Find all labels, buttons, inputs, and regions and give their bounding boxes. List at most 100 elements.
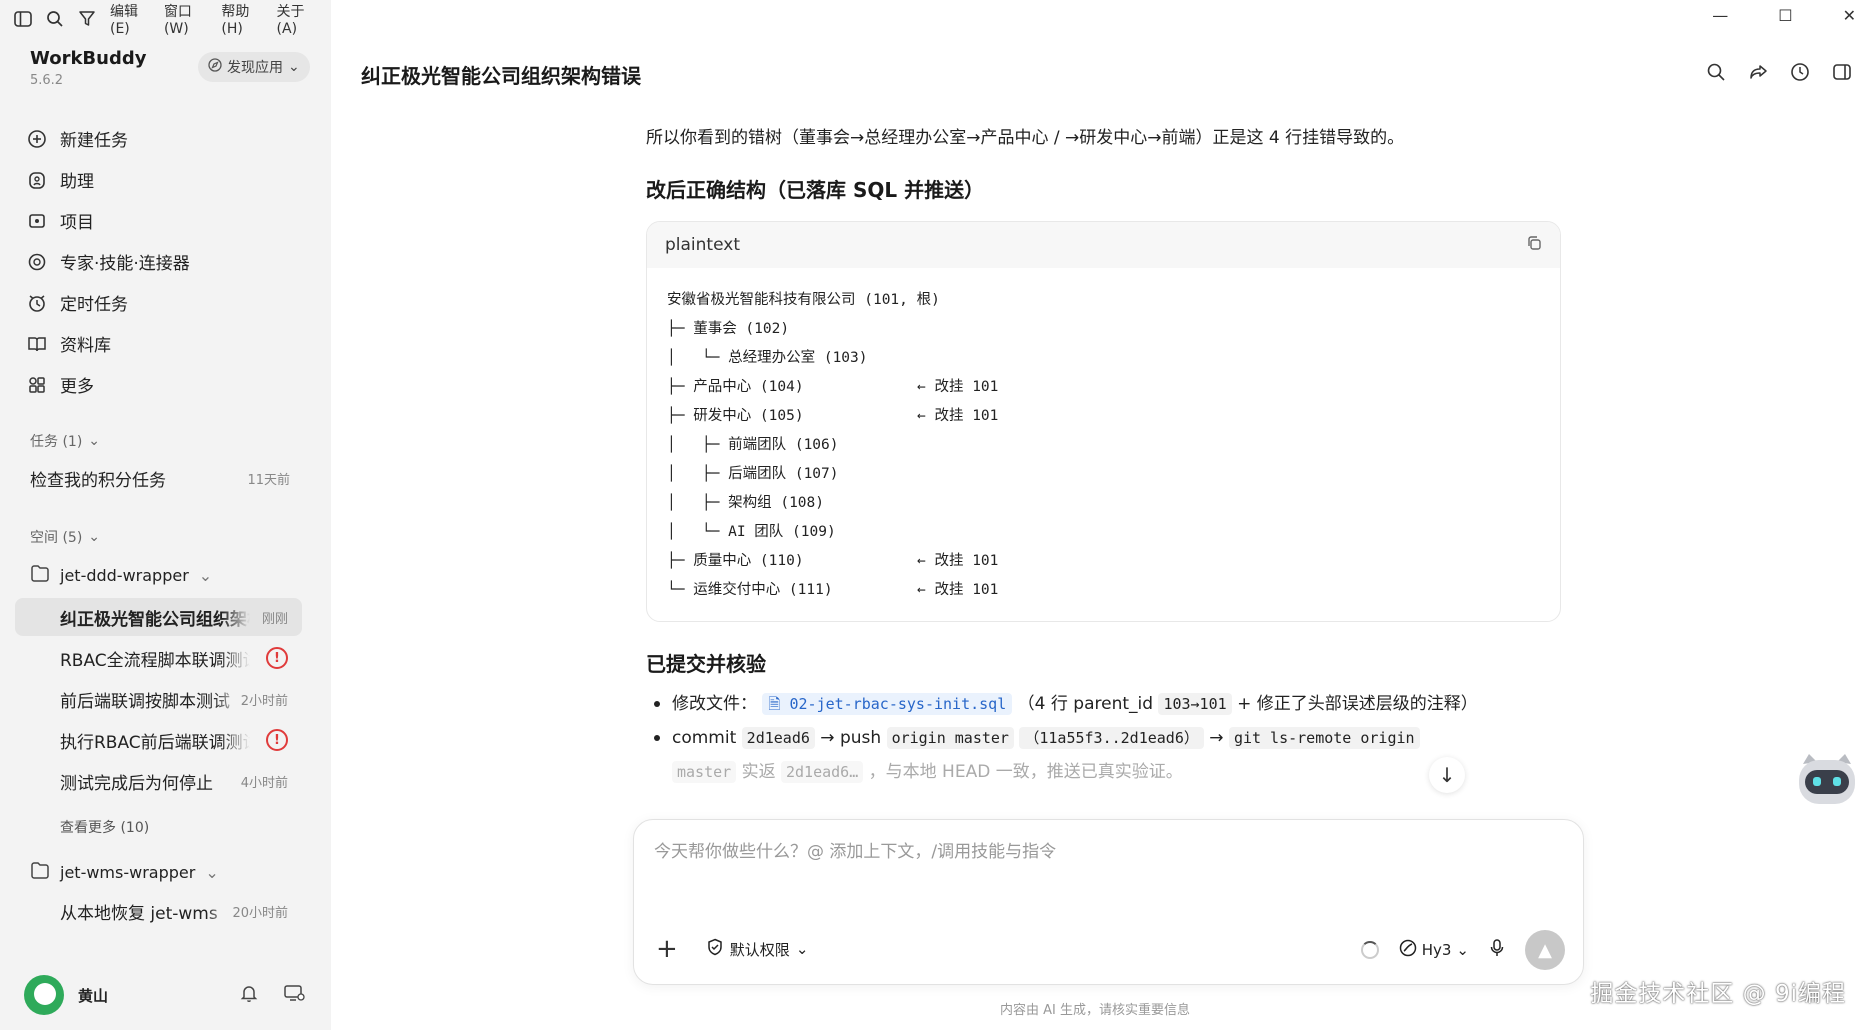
- nav-project[interactable]: 项目: [26, 200, 316, 241]
- nav-assistant[interactable]: 助理: [26, 159, 316, 200]
- close-icon[interactable]: ✕: [1843, 6, 1856, 25]
- conversation-time: 2小时前: [240, 693, 288, 709]
- conversation-time: 20小时前: [232, 905, 288, 921]
- inline-code: （11a55f3..2d1ead6）: [1019, 727, 1204, 749]
- file-icon: 🗎: [768, 695, 790, 713]
- conversation-item[interactable]: 执行RBAC前后端联调测试 !: [15, 721, 302, 759]
- history-icon[interactable]: [1790, 62, 1810, 86]
- grid-icon: [26, 374, 48, 396]
- arrow-down-icon: ↓: [1438, 763, 1456, 787]
- space-name: jet-wms-wrapper: [60, 863, 196, 882]
- menu-help[interactable]: 帮助(H): [221, 1, 256, 37]
- bullet-continuation: master 实返 2d1ead6… ，与本地 HEAD 一致，推送已真实验证。: [672, 755, 1561, 789]
- bullet-text: commit: [672, 728, 737, 748]
- conversation-label: 从本地恢复 jet-wms: [60, 903, 218, 924]
- code-note-text: ← 改挂 101: [917, 582, 999, 598]
- inline-code: master: [672, 761, 737, 783]
- code-line: ├─ 产品中心 (104) ← 改挂 101: [667, 373, 1540, 402]
- conversation-item[interactable]: RBAC全流程脚本联调测试 !: [15, 639, 302, 677]
- code-language: plaintext: [665, 235, 740, 255]
- window-controls: — ☐ ✕: [1712, 6, 1856, 25]
- discover-apps-button[interactable]: 发现应用 ⌄: [198, 52, 310, 82]
- compass-icon: [208, 58, 222, 76]
- sidebar-toggle-icon[interactable]: [14, 8, 32, 30]
- robot-mascot-icon[interactable]: [1791, 750, 1863, 812]
- menubar: 编辑(E) 窗口(W) 帮助(H) 关于(A): [0, 0, 331, 38]
- project-icon: [26, 210, 48, 232]
- folder-icon: [30, 862, 50, 883]
- model-selector[interactable]: Hy3 ⌄: [1399, 939, 1469, 961]
- chevron-down-icon: ⌄: [88, 433, 101, 449]
- file-link[interactable]: 🗎 02-jet-rbac-sys-init.sql: [762, 693, 1013, 715]
- see-more-link[interactable]: 查看更多 (10): [60, 817, 149, 837]
- menu-about[interactable]: 关于(A): [277, 1, 311, 37]
- code-note-text: ← 改挂 101: [917, 379, 999, 395]
- code-line: ├─ 质量中心 (110) ← 改挂 101: [667, 547, 1540, 576]
- conversation-item[interactable]: 从本地恢复 jet-wms 20小时前: [15, 892, 302, 930]
- device-icon[interactable]: [283, 983, 305, 1007]
- code-tree-text: ├─ 质量中心 (110): [667, 553, 804, 569]
- nav-more[interactable]: 更多: [26, 364, 316, 405]
- search-icon[interactable]: [1706, 62, 1726, 86]
- scroll-to-bottom-button[interactable]: ↓: [1429, 757, 1465, 793]
- conversation-label: 测试完成后为何停止: [60, 773, 213, 794]
- chevron-down-icon: ⌄: [198, 566, 213, 585]
- brand-name: WorkBuddy: [30, 48, 147, 69]
- code-tree-text: ├─ 产品中心 (104): [667, 379, 804, 395]
- space-jet-ddd-wrapper[interactable]: jet-ddd-wrapper ⌄: [30, 565, 212, 586]
- add-attachment-button[interactable]: +: [656, 936, 678, 962]
- space-jet-wms-wrapper[interactable]: jet-wms-wrapper ⌄: [30, 862, 219, 883]
- conversation-item[interactable]: 前后端联调按脚本测试 2小时前: [15, 680, 302, 718]
- discover-apps-label: 发现应用: [227, 60, 283, 76]
- nav-label: 定时任务: [60, 295, 128, 315]
- bell-icon[interactable]: [239, 983, 259, 1007]
- book-icon: [26, 333, 48, 355]
- conversation-label: 纠正极光智能公司组织架构错误: [60, 609, 250, 630]
- composer-left-tools: + 默认权限 ⌄: [656, 936, 808, 962]
- microphone-icon[interactable]: [1489, 938, 1505, 962]
- tasks-section-header[interactable]: 任务 (1) ⌄: [30, 431, 100, 451]
- filter-icon[interactable]: [78, 8, 96, 30]
- search-icon[interactable]: [46, 8, 64, 30]
- conversation-time: 4小时前: [240, 775, 288, 791]
- task-item[interactable]: 检查我的积分任务 11天前: [30, 466, 290, 491]
- copy-icon[interactable]: [1526, 235, 1542, 255]
- menu-window[interactable]: 窗口(W): [164, 1, 201, 37]
- nav-scheduled-tasks[interactable]: 定时任务: [26, 282, 316, 323]
- expert-icon: [26, 251, 48, 273]
- main-nav: 新建任务 助理 项目 专家·技能·连接器 定时任务 资料库 更多: [26, 118, 316, 405]
- inline-code: git ls-remote origin: [1228, 727, 1420, 749]
- bullet-commit: commit 2d1ead6 → push origin master （11a…: [646, 721, 1561, 789]
- folder-icon: [30, 565, 50, 586]
- nav-new-task[interactable]: 新建任务: [26, 118, 316, 159]
- nav-experts[interactable]: 专家·技能·连接器: [26, 241, 316, 282]
- assistant-icon: [26, 169, 48, 191]
- conversation-item-active[interactable]: 纠正极光智能公司组织架构错误 刚刚: [15, 598, 302, 636]
- maximize-icon[interactable]: ☐: [1778, 6, 1792, 25]
- avatar[interactable]: [24, 975, 64, 1015]
- minimize-icon[interactable]: —: [1712, 6, 1728, 25]
- send-button[interactable]: ▲: [1525, 930, 1565, 970]
- model-label: Hy3: [1421, 941, 1452, 959]
- nav-library[interactable]: 资料库: [26, 323, 316, 364]
- permission-label: 默认权限: [729, 940, 790, 959]
- code-line: 安徽省极光智能科技有限公司 (101, 根): [667, 286, 1540, 315]
- nav-label: 新建任务: [60, 131, 128, 151]
- intro-paragraph: 所以你看到的错树（董事会→总经理办公室→产品中心 / →研发中心→前端）正是这 …: [646, 128, 1405, 148]
- permission-dropdown[interactable]: 默认权限 ⌄: [706, 938, 809, 960]
- chevron-down-icon: ⌄: [795, 940, 809, 958]
- prompt-input[interactable]: [654, 842, 1554, 862]
- spaces-section-header[interactable]: 空间 (5) ⌄: [30, 527, 100, 547]
- brand: WorkBuddy 5.6.2: [30, 48, 146, 88]
- share-icon[interactable]: [1748, 62, 1768, 86]
- code-line: ├─ 研发中心 (105) ← 改挂 101: [667, 402, 1540, 431]
- code-header: plaintext: [647, 222, 1560, 268]
- conversation-item[interactable]: 测试完成后为何停止 4小时前: [15, 762, 302, 800]
- code-line: │ └─ AI 团队 (109): [667, 518, 1540, 547]
- brand-version: 5.6.2: [30, 73, 64, 88]
- bullet-text: 实返: [741, 762, 776, 782]
- code-tree-text: │ ├─ 后端团队 (107): [667, 466, 839, 482]
- panel-toggle-icon[interactable]: [1832, 62, 1852, 86]
- menu-edit[interactable]: 编辑(E): [110, 1, 144, 37]
- code-tree-text: 安徽省极光智能科技有限公司 (101, 根): [667, 292, 940, 308]
